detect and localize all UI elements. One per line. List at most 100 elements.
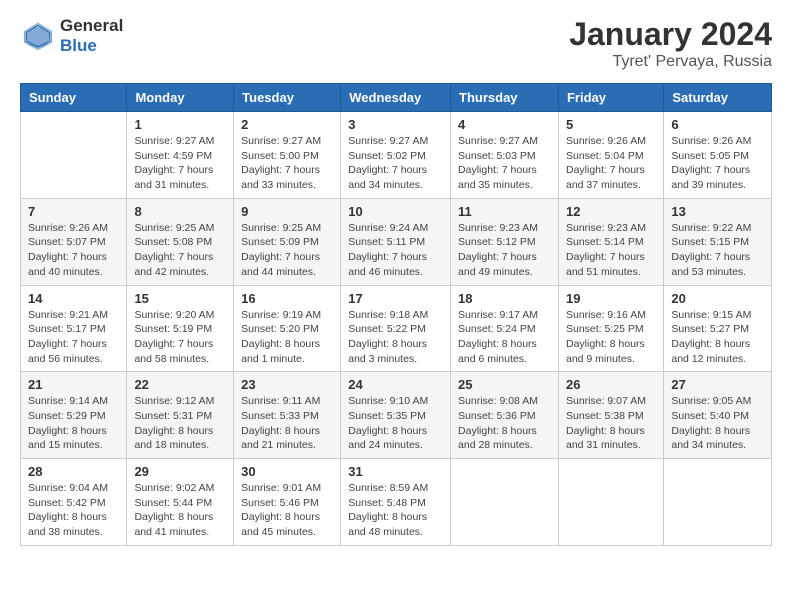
day-number: 18 (458, 291, 551, 306)
day-info: Sunrise: 9:26 AM Sunset: 5:04 PM Dayligh… (566, 134, 656, 193)
day-info: Sunrise: 9:27 AM Sunset: 5:00 PM Dayligh… (241, 134, 333, 193)
day-number: 3 (348, 117, 443, 132)
day-info: Sunrise: 9:25 AM Sunset: 5:08 PM Dayligh… (134, 221, 226, 280)
calendar-cell: 23Sunrise: 9:11 AM Sunset: 5:33 PM Dayli… (234, 372, 341, 459)
day-number: 16 (241, 291, 333, 306)
weekday-header-monday: Monday (127, 84, 234, 112)
day-number: 5 (566, 117, 656, 132)
calendar-cell: 16 Sunrise: 9:19 AM Sunset: 5:20 PM Dayli… (234, 285, 341, 372)
calendar-cell: 11 Sunrise: 9:23 AM Sunset: 5:12 PM Dayli… (451, 198, 559, 285)
day-number: 27 (671, 377, 764, 392)
day-info: Sunrise: 9:02 AM Sunset: 5:44 PM Dayligh… (134, 481, 226, 540)
day-number: 13 (671, 204, 764, 219)
calendar-cell: 15 Sunrise: 9:20 AM Sunset: 5:19 PM Dayli… (127, 285, 234, 372)
calendar-cell (558, 459, 663, 546)
calendar-cell: 19 Sunrise: 9:16 AM Sunset: 5:25 PM Dayli… (558, 285, 663, 372)
day-info: Sunrise: 9:12 AM Sunset: 5:31 PM Dayligh… (134, 394, 226, 453)
calendar-cell: 13 Sunrise: 9:22 AM Sunset: 5:15 PM Dayli… (664, 198, 772, 285)
calendar-cell: 18 Sunrise: 9:17 AM Sunset: 5:24 PM Dayli… (451, 285, 559, 372)
calendar-cell (21, 112, 127, 199)
weekday-header-thursday: Thursday (451, 84, 559, 112)
calendar-cell (664, 459, 772, 546)
calendar-cell: 3 Sunrise: 9:27 AM Sunset: 5:02 PM Daylig… (341, 112, 451, 199)
day-number: 29 (134, 464, 226, 479)
day-info: Sunrise: 9:05 AM Sunset: 5:40 PM Dayligh… (671, 394, 764, 453)
day-number: 1 (134, 117, 226, 132)
calendar-title: January 2024 (569, 16, 772, 53)
calendar-week-row: 28 Sunrise: 9:04 AM Sunset: 5:42 PM Dayli… (21, 459, 772, 546)
day-number: 12 (566, 204, 656, 219)
calendar-location: Tyret' Pervaya, Russia (569, 53, 772, 71)
day-info: Sunrise: 9:23 AM Sunset: 5:14 PM Dayligh… (566, 221, 656, 280)
calendar-week-row: 14 Sunrise: 9:21 AM Sunset: 5:17 PM Dayli… (21, 285, 772, 372)
day-number: 19 (566, 291, 656, 306)
day-info: Sunrise: 9:22 AM Sunset: 5:15 PM Dayligh… (671, 221, 764, 280)
logo: General Blue (20, 16, 123, 55)
day-number: 14 (28, 291, 119, 306)
weekday-header-sunday: Sunday (21, 84, 127, 112)
day-number: 20 (671, 291, 764, 306)
calendar-cell: 20 Sunrise: 9:15 AM Sunset: 5:27 PM Dayli… (664, 285, 772, 372)
logo-text: General Blue (60, 16, 123, 55)
calendar-cell: 12 Sunrise: 9:23 AM Sunset: 5:14 PM Dayli… (558, 198, 663, 285)
day-number: 4 (458, 117, 551, 132)
calendar-cell: 27 Sunrise: 9:05 AM Sunset: 5:40 PM Dayli… (664, 372, 772, 459)
calendar-cell: 7Sunrise: 9:26 AM Sunset: 5:07 PM Daylig… (21, 198, 127, 285)
day-info: Sunrise: 9:18 AM Sunset: 5:22 PM Dayligh… (348, 308, 443, 367)
day-info: Sunrise: 9:10 AM Sunset: 5:35 PM Dayligh… (348, 394, 443, 453)
day-info: Sunrise: 8:59 AM Sunset: 5:48 PM Dayligh… (348, 481, 443, 540)
day-info: Sunrise: 9:07 AM Sunset: 5:38 PM Dayligh… (566, 394, 656, 453)
day-number: 28 (28, 464, 119, 479)
day-number: 21 (28, 377, 119, 392)
day-number: 31 (348, 464, 443, 479)
day-info: Sunrise: 9:08 AM Sunset: 5:36 PM Dayligh… (458, 394, 551, 453)
calendar-cell: 25 Sunrise: 9:08 AM Sunset: 5:36 PM Dayli… (451, 372, 559, 459)
day-number: 15 (134, 291, 226, 306)
calendar-table: SundayMondayTuesdayWednesdayThursdayFrid… (20, 83, 772, 546)
day-info: Sunrise: 9:14 AM Sunset: 5:29 PM Dayligh… (28, 394, 119, 453)
logo-icon (20, 18, 56, 54)
calendar-cell: 6 Sunrise: 9:26 AM Sunset: 5:05 PM Daylig… (664, 112, 772, 199)
day-number: 2 (241, 117, 333, 132)
day-number: 8 (134, 204, 226, 219)
calendar-cell: 30Sunrise: 9:01 AM Sunset: 5:46 PM Dayli… (234, 459, 341, 546)
day-info: Sunrise: 9:17 AM Sunset: 5:24 PM Dayligh… (458, 308, 551, 367)
day-info: Sunrise: 9:19 AM Sunset: 5:20 PM Dayligh… (241, 308, 333, 367)
weekday-header-wednesday: Wednesday (341, 84, 451, 112)
day-number: 11 (458, 204, 551, 219)
calendar-cell: 1 Sunrise: 9:27 AM Sunset: 4:59 PM Daylig… (127, 112, 234, 199)
calendar-cell: 29 Sunrise: 9:02 AM Sunset: 5:44 PM Dayli… (127, 459, 234, 546)
calendar-cell: 10Sunrise: 9:24 AM Sunset: 5:11 PM Dayli… (341, 198, 451, 285)
day-info: Sunrise: 9:15 AM Sunset: 5:27 PM Dayligh… (671, 308, 764, 367)
calendar-cell: 26Sunrise: 9:07 AM Sunset: 5:38 PM Dayli… (558, 372, 663, 459)
weekday-header-friday: Friday (558, 84, 663, 112)
day-number: 6 (671, 117, 764, 132)
day-info: Sunrise: 9:27 AM Sunset: 5:02 PM Dayligh… (348, 134, 443, 193)
calendar-cell (451, 459, 559, 546)
calendar-cell: 17Sunrise: 9:18 AM Sunset: 5:22 PM Dayli… (341, 285, 451, 372)
day-info: Sunrise: 9:20 AM Sunset: 5:19 PM Dayligh… (134, 308, 226, 367)
weekday-header-row: SundayMondayTuesdayWednesdayThursdayFrid… (21, 84, 772, 112)
calendar-cell: 14 Sunrise: 9:21 AM Sunset: 5:17 PM Dayli… (21, 285, 127, 372)
day-info: Sunrise: 9:27 AM Sunset: 4:59 PM Dayligh… (134, 134, 226, 193)
calendar-cell: 4Sunrise: 9:27 AM Sunset: 5:03 PM Daylig… (451, 112, 559, 199)
calendar-cell: 31 Sunrise: 8:59 AM Sunset: 5:48 PM Dayli… (341, 459, 451, 546)
calendar-cell: 8 Sunrise: 9:25 AM Sunset: 5:08 PM Daylig… (127, 198, 234, 285)
day-number: 24 (348, 377, 443, 392)
day-info: Sunrise: 9:26 AM Sunset: 5:07 PM Dayligh… (28, 221, 119, 280)
day-info: Sunrise: 9:24 AM Sunset: 5:11 PM Dayligh… (348, 221, 443, 280)
day-number: 22 (134, 377, 226, 392)
day-info: Sunrise: 9:21 AM Sunset: 5:17 PM Dayligh… (28, 308, 119, 367)
day-number: 25 (458, 377, 551, 392)
day-number: 23 (241, 377, 333, 392)
day-info: Sunrise: 9:16 AM Sunset: 5:25 PM Dayligh… (566, 308, 656, 367)
title-block: January 2024 Tyret' Pervaya, Russia (569, 16, 772, 71)
day-info: Sunrise: 9:26 AM Sunset: 5:05 PM Dayligh… (671, 134, 764, 193)
weekday-header-tuesday: Tuesday (234, 84, 341, 112)
calendar-week-row: 21 Sunrise: 9:14 AM Sunset: 5:29 PM Dayli… (21, 372, 772, 459)
logo-blue-text: Blue (60, 36, 123, 56)
calendar-cell: 2 Sunrise: 9:27 AM Sunset: 5:00 PM Daylig… (234, 112, 341, 199)
day-info: Sunrise: 9:04 AM Sunset: 5:42 PM Dayligh… (28, 481, 119, 540)
day-info: Sunrise: 9:23 AM Sunset: 5:12 PM Dayligh… (458, 221, 551, 280)
weekday-header-saturday: Saturday (664, 84, 772, 112)
